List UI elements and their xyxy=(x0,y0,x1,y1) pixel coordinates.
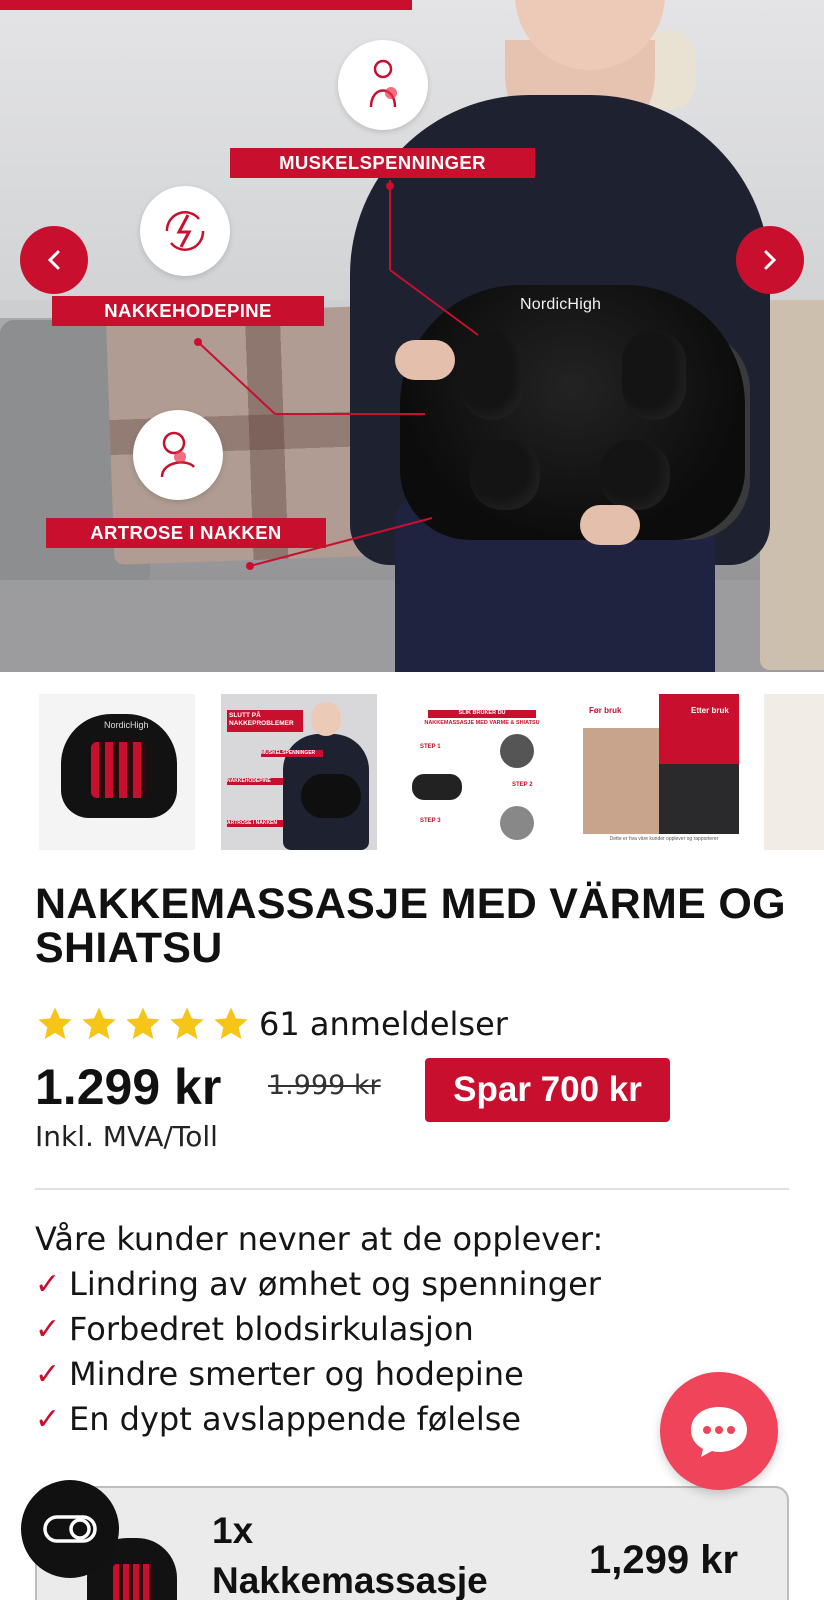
tax-note: Inkl. MVA/Toll xyxy=(35,1120,218,1153)
thumbnail-2[interactable]: SLUTT PÅ NAKKEPROBLEMER MUSKELSPENNINGER… xyxy=(221,694,377,850)
benefit-item: ✓ Mindre smerter og hodepine xyxy=(35,1355,524,1393)
thumb-label: ARTROSE I NAKKEN xyxy=(227,820,283,827)
chevron-left-icon xyxy=(47,250,60,270)
neck-pain-icon xyxy=(133,410,223,500)
back-pain-icon xyxy=(338,40,428,130)
label-neck-arthrosis: ARTROSE I NAKKEN xyxy=(46,518,326,548)
divider xyxy=(35,1188,789,1190)
benefit-text: Forbedret blodsirkulasjon xyxy=(69,1310,474,1348)
thumb-label: NAKKEHODEPINE xyxy=(227,778,283,785)
star-icon xyxy=(82,1007,116,1039)
thumb-before-photo xyxy=(583,728,659,834)
thumb-step: STEP 1 xyxy=(420,744,441,750)
star-icon xyxy=(214,1007,248,1039)
bundle-price: 1,299 kr xyxy=(589,1538,739,1582)
thumb-after-photo xyxy=(659,764,739,834)
original-price: 1.999 kr xyxy=(268,1070,381,1101)
next-slide-button[interactable] xyxy=(736,226,804,294)
product-title: NAKKEMASSASJE MED VÄRME OG SHIATSU xyxy=(35,880,786,972)
thumb-face xyxy=(311,702,341,736)
benefit-item: ✓ Lindring av ømhet og spenninger xyxy=(35,1265,601,1303)
star-icon xyxy=(126,1007,160,1039)
product-hero-image: NordicHigh MUSKELSPENNINGER NAKKEHODEPIN… xyxy=(0,0,824,672)
label-muscle-tension: MUSKELSPENNINGER xyxy=(230,148,535,178)
price-row: 1.299 kr 1.999 kr Spar 700 kr xyxy=(35,1058,735,1128)
benefit-text: Mindre smerter og hodepine xyxy=(69,1355,524,1393)
check-icon: ✓ xyxy=(35,1311,61,1347)
benefit-text: Lindring av ømhet og spenninger xyxy=(69,1265,601,1303)
thumb-title: SLIK BRUKER DU xyxy=(428,710,536,718)
benefit-item: ✓ En dypt avslappende følelse xyxy=(35,1400,521,1438)
thumb-before-label: Før bruk xyxy=(589,706,622,715)
heat-grid xyxy=(91,742,147,798)
star-icon xyxy=(170,1007,204,1039)
thumb-step-image xyxy=(500,806,534,840)
thumbnail-5[interactable] xyxy=(764,694,824,850)
thumb-remote xyxy=(412,774,462,800)
thumb-step-image xyxy=(500,734,534,768)
thumb-massager xyxy=(301,774,361,818)
thumbnail-3[interactable]: SLIK BRUKER DU NAKKEMASSASJE MED VARME &… xyxy=(404,694,560,850)
thumb-label: MUSKELSPENNINGER xyxy=(261,750,323,757)
bundle-option-card[interactable]: 1x Nakkemassasje 1,299 kr xyxy=(35,1486,789,1600)
thumb-after-label: Etter bruk xyxy=(691,706,729,715)
prev-slide-button[interactable] xyxy=(20,226,88,294)
chevron-right-icon xyxy=(764,250,777,270)
benefit-item: ✓ Forbedret blodsirkulasjon xyxy=(35,1310,474,1348)
check-icon: ✓ xyxy=(35,1401,61,1437)
hero-top-banner xyxy=(0,0,412,10)
check-icon: ✓ xyxy=(35,1356,61,1392)
label-neck-headache: NAKKEHODEPINE xyxy=(52,296,324,326)
accessibility-button[interactable] xyxy=(21,1480,119,1578)
thumbnail-1[interactable]: NordicHigh xyxy=(39,694,195,850)
headache-icon xyxy=(140,186,230,276)
toggle-icon xyxy=(43,1515,97,1543)
bundle-product-name: Nakkemassasje xyxy=(212,1560,488,1600)
star-icon xyxy=(38,1007,72,1039)
thumbnail-4[interactable]: Før bruk Etter bruk Dette er hva våre ku… xyxy=(583,694,739,850)
thumb-title: SLUTT PÅ NAKKEPROBLEMER xyxy=(227,710,303,732)
thumb-brand: NordicHigh xyxy=(104,720,149,730)
thumbnail-strip: NordicHigh SLUTT PÅ NAKKEPROBLEMER MUSKE… xyxy=(0,694,824,850)
thumb-step: STEP 3 xyxy=(420,818,441,824)
chat-button[interactable] xyxy=(660,1372,778,1490)
star-rating xyxy=(35,1004,255,1044)
check-icon: ✓ xyxy=(35,1266,61,1302)
thumb-step: STEP 2 xyxy=(512,782,533,788)
thumb-subtitle: NAKKEMASSASJE MED VARME & SHIATSU xyxy=(424,720,540,726)
benefits-intro: Våre kunder nevner at de opplever: xyxy=(35,1220,604,1258)
bundle-quantity: 1x xyxy=(212,1510,254,1551)
savings-badge: Spar 700 kr xyxy=(425,1058,670,1122)
thumb-caption: Dette er hva våre kunder opplever og rap… xyxy=(609,836,719,842)
chat-bubble-icon xyxy=(691,1407,747,1457)
rating-row[interactable]: 61 anmeldelser xyxy=(35,1004,508,1044)
current-price: 1.299 kr xyxy=(35,1059,222,1115)
review-count[interactable]: 61 anmeldelser xyxy=(259,1005,508,1043)
benefit-text: En dypt avslappende følelse xyxy=(69,1400,522,1438)
